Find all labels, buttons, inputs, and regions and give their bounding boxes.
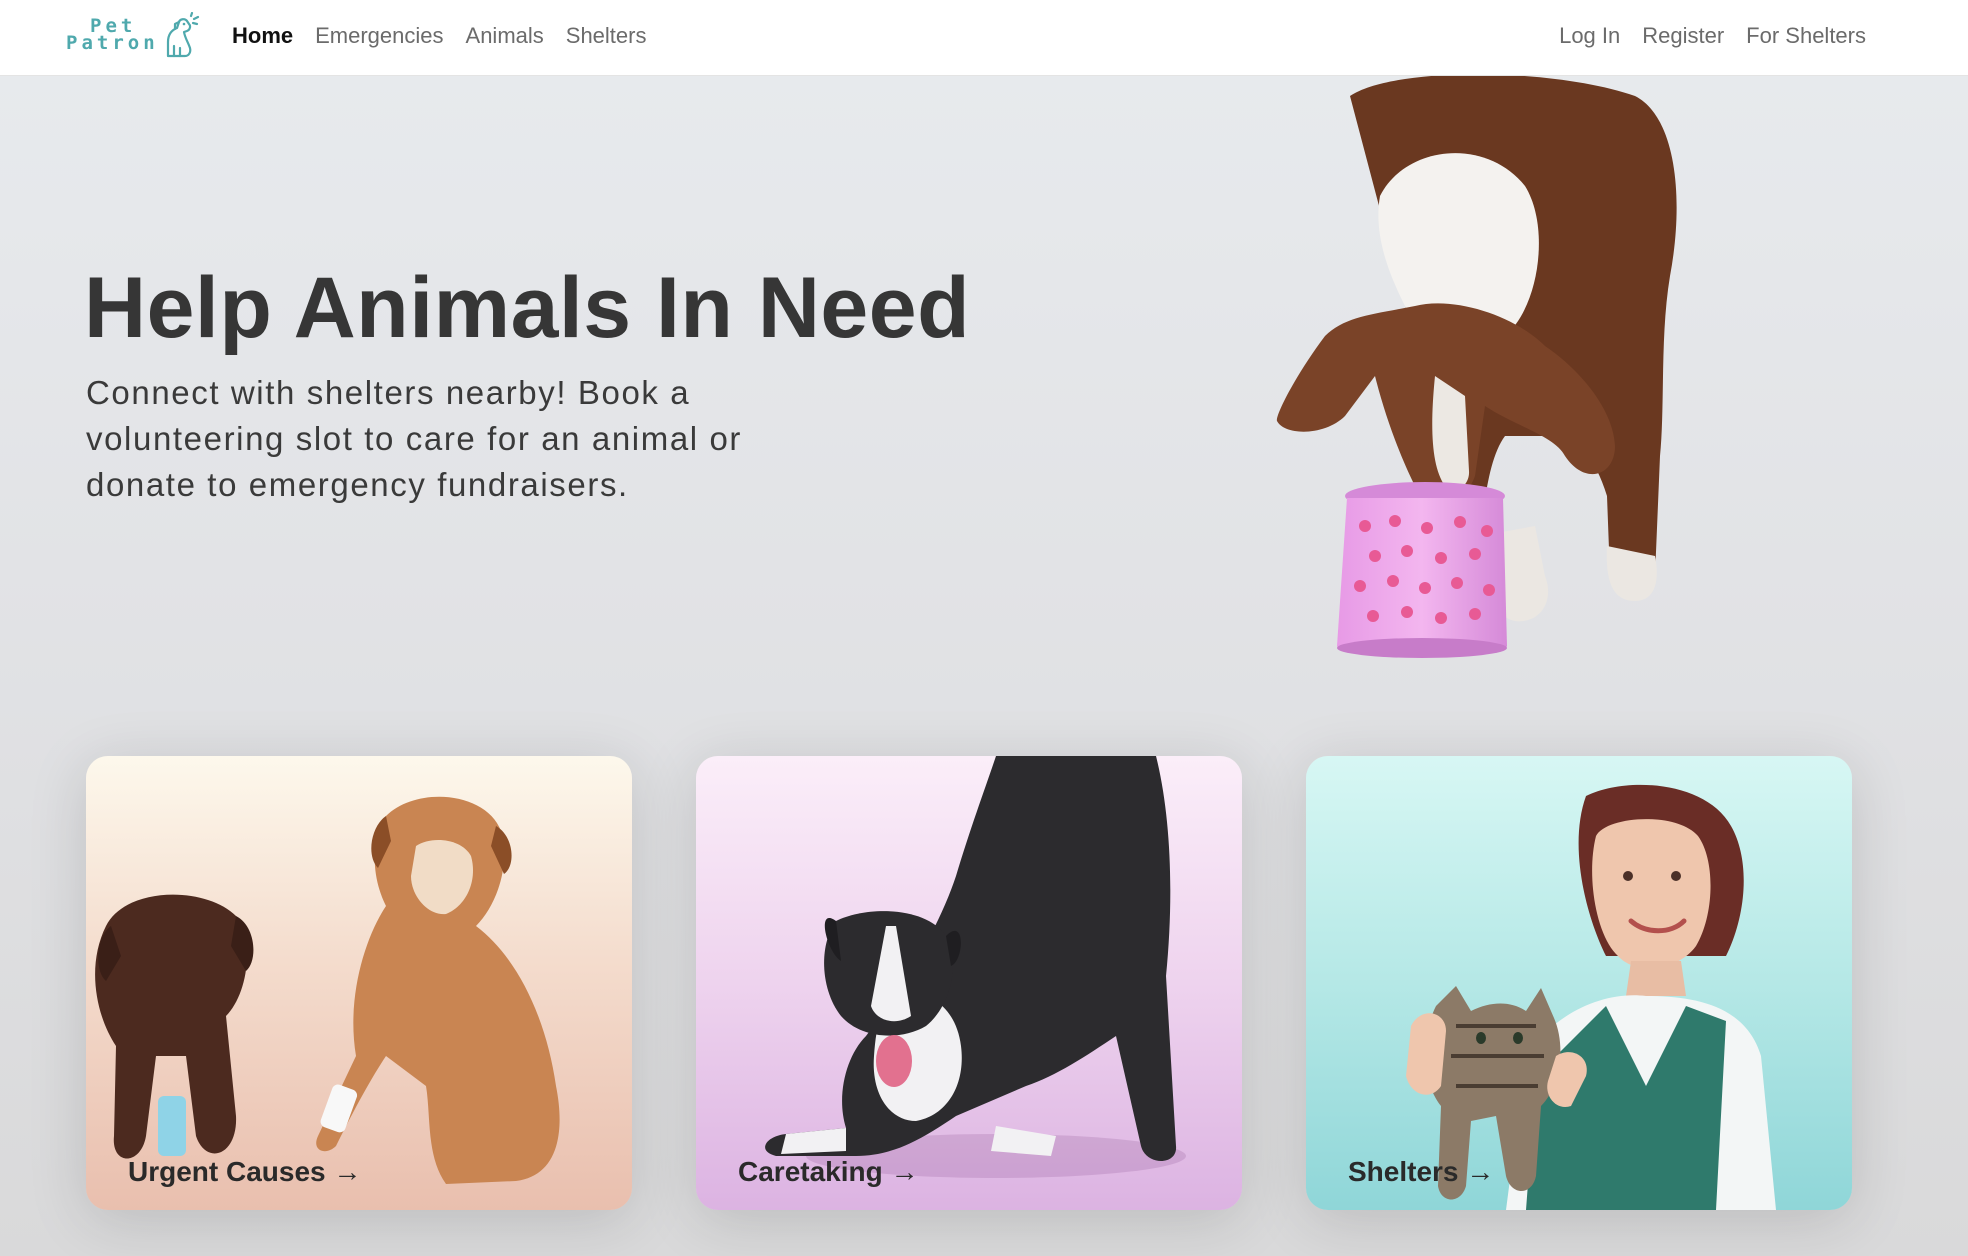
nav-home-link[interactable]: Home	[232, 23, 293, 49]
hero-subtitle: Connect with shelters nearby! Book a vol…	[86, 374, 743, 503]
hero-dog-eating-image	[1276, 76, 1677, 658]
brand-logo[interactable]: Pet Patron	[66, 12, 200, 60]
primary-nav: Home Emergencies Animals Shelters	[232, 0, 668, 72]
register-link[interactable]: Register	[1642, 23, 1724, 49]
shelters-card[interactable]: Shelters →	[1306, 756, 1852, 1210]
caretaking-label: Caretaking →	[738, 1156, 919, 1187]
caretaking-card[interactable]: Caretaking →	[696, 756, 1242, 1210]
account-nav: Log In Register For Shelters	[1537, 0, 1866, 72]
volunteer-with-kitten-image	[1406, 784, 1776, 1210]
nav-animals-link[interactable]: Animals	[466, 23, 544, 49]
injured-dogs-image	[95, 796, 560, 1184]
login-link[interactable]: Log In	[1559, 23, 1620, 49]
nav-emergencies-link[interactable]: Emergencies	[315, 23, 443, 49]
nav-shelters-link[interactable]: Shelters	[566, 23, 647, 49]
urgent-causes-card[interactable]: Urgent Causes →	[86, 756, 632, 1210]
top-navbar: Pet Patron Home Emergencies Animals Shel…	[0, 0, 1968, 76]
shelters-label: Shelters →	[1348, 1156, 1495, 1187]
urgent-causes-label: Urgent Causes →	[128, 1156, 362, 1187]
brand-wordmark: Pet Patron	[66, 17, 159, 54]
hero-title: Help Animals In Need	[84, 260, 971, 356]
border-collie-image	[765, 756, 1186, 1178]
dog-logo-icon	[166, 12, 200, 58]
brand-line-2: Patron	[66, 32, 159, 54]
for-shelters-link[interactable]: For Shelters	[1746, 23, 1866, 49]
